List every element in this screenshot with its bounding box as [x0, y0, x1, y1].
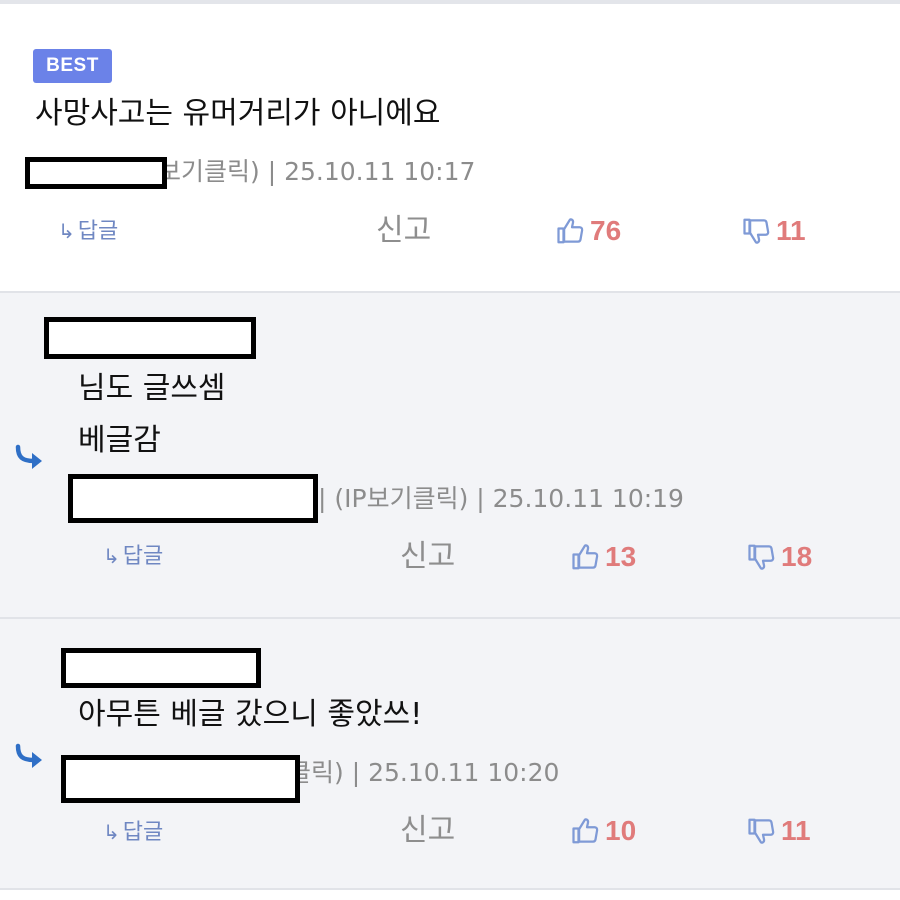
like-button[interactable]: 10 — [571, 811, 636, 851]
comment-meta: 클릭) | 25.10.11 10:20 — [288, 758, 560, 787]
redacted-username — [68, 474, 318, 523]
reply-label: 답글 — [77, 219, 119, 244]
bottom-divider — [0, 888, 900, 900]
comment-text-line: 베글감 — [78, 423, 161, 458]
dislike-count: 11 — [781, 815, 811, 846]
like-button[interactable]: 13 — [571, 537, 636, 577]
like-count: 13 — [605, 541, 637, 572]
like-count: 10 — [605, 815, 637, 846]
dislike-button[interactable]: 11 — [747, 811, 811, 851]
redacted-username — [25, 157, 167, 189]
comment-meta: 보기클릭) | 25.10.11 10:17 — [158, 157, 476, 186]
comment-text: 아무튼 베글 갔으니 좋았쓰! — [78, 697, 423, 732]
redacted-username — [61, 648, 261, 688]
like-count: 76 — [590, 215, 622, 246]
reply-small-arrow-icon: ↳ — [103, 820, 120, 844]
redacted-username — [44, 317, 256, 359]
reply-button[interactable]: ↳ 답글 — [103, 541, 163, 572]
report-button[interactable]: 신고 — [400, 811, 455, 851]
comment-text: 사망사고는 유머거리가 아니에요 — [35, 96, 441, 131]
report-button[interactable]: 신고 — [400, 537, 455, 577]
reply-label: 답글 — [122, 544, 164, 569]
dislike-count: 11 — [776, 215, 806, 246]
best-badge: BEST — [33, 49, 112, 83]
redacted-username — [61, 755, 300, 803]
comment-best: BEST 사망사고는 유머거리가 아니에요 보기클릭) | 25.10.11 1… — [0, 4, 900, 291]
thumbs-up-icon — [557, 218, 584, 244]
comment-text-line: 님도 글쓰셈 — [78, 371, 226, 406]
dislike-count: 18 — [781, 541, 813, 572]
reply-small-arrow-icon: ↳ — [58, 219, 75, 243]
report-button[interactable]: 신고 — [376, 211, 431, 251]
thumbs-down-icon — [748, 544, 775, 570]
reply-label: 답글 — [122, 820, 164, 845]
reply-button[interactable]: ↳ 답글 — [103, 817, 163, 848]
like-button[interactable]: 76 — [556, 211, 621, 251]
thumbs-down-icon — [743, 218, 770, 244]
comment-reply-1: 님도 글쓰셈 베글감 | (IP보기클릭) | 25.10.11 10:19 ↳… — [0, 291, 900, 617]
reply-arrow-icon — [15, 743, 42, 768]
reply-arrow-icon — [15, 444, 42, 469]
comment-reply-2: 아무튼 베글 갔으니 좋았쓰! 클릭) | 25.10.11 10:20 ↳ 답글… — [0, 617, 900, 890]
reply-button[interactable]: ↳ 답글 — [58, 216, 118, 247]
dislike-button[interactable]: 18 — [747, 537, 812, 577]
thumbs-down-icon — [748, 818, 775, 844]
dislike-button[interactable]: 11 — [742, 211, 806, 251]
reply-small-arrow-icon: ↳ — [103, 544, 120, 568]
thumbs-up-icon — [572, 544, 599, 570]
comment-meta: | (IP보기클릭) | 25.10.11 10:19 — [318, 484, 684, 513]
thumbs-up-icon — [572, 818, 599, 844]
